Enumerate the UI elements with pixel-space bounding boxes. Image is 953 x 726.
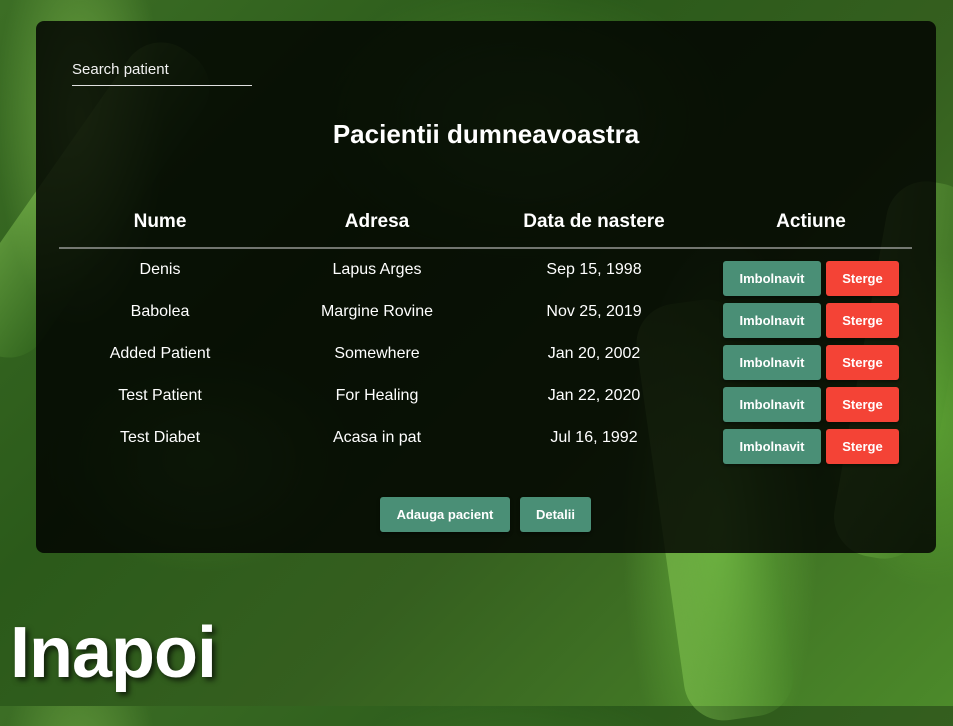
details-button[interactable]: Detalii: [520, 497, 591, 532]
header-action: Actiune: [776, 211, 846, 232]
cell-name: Test Diabet: [119, 429, 201, 446]
cell-name: Test Patient: [118, 387, 202, 404]
table-row: Test Diabet Acasa in pat Jul 16, 1992 Im…: [36, 429, 936, 471]
cell-address: Margine Rovine: [320, 303, 434, 320]
delete-button[interactable]: Sterge: [826, 261, 899, 296]
table-row: Test Patient For Healing Jan 22, 2020 Im…: [36, 387, 936, 429]
search-field: [72, 61, 252, 86]
cell-birthdate: Sep 15, 1998: [546, 261, 642, 278]
cell-address: Lapus Arges: [332, 261, 422, 278]
table-row: Babolea Margine Rovine Nov 25, 2019 Imbo…: [36, 303, 936, 345]
cell-name: Babolea: [130, 303, 190, 320]
mark-sick-button[interactable]: Imbolnavit: [723, 345, 821, 380]
table-row: Denis Lapus Arges Sep 15, 1998 Imbolnavi…: [36, 261, 936, 303]
mark-sick-button[interactable]: Imbolnavit: [723, 429, 821, 464]
search-input[interactable]: [72, 61, 252, 78]
cell-name: Added Patient: [109, 345, 211, 362]
cell-address: Acasa in pat: [332, 429, 422, 446]
header-address: Adresa: [344, 211, 410, 232]
cell-birthdate: Jan 20, 2002: [547, 345, 641, 362]
table-header: Nume Adresa Data de nastere Actiune: [59, 211, 912, 249]
cell-birthdate: Jan 22, 2020: [547, 387, 641, 404]
table-row: Added Patient Somewhere Jan 20, 2002 Imb…: [36, 345, 936, 387]
header-birthdate: Data de nastere: [523, 211, 665, 232]
mark-sick-button[interactable]: Imbolnavit: [723, 387, 821, 422]
patients-panel: Pacientii dumneavoastra Nume Adresa Data…: [36, 21, 936, 553]
back-link[interactable]: Inapoi: [10, 612, 217, 694]
mark-sick-button[interactable]: Imbolnavit: [723, 261, 821, 296]
page-title: Pacientii dumneavoastra: [332, 119, 640, 149]
cell-birthdate: Nov 25, 2019: [546, 303, 642, 320]
cell-address: For Healing: [335, 387, 419, 404]
delete-button[interactable]: Sterge: [826, 429, 899, 464]
cell-birthdate: Jul 16, 1992: [550, 429, 638, 446]
delete-button[interactable]: Sterge: [826, 303, 899, 338]
mark-sick-button[interactable]: Imbolnavit: [723, 303, 821, 338]
delete-button[interactable]: Sterge: [826, 345, 899, 380]
cell-name: Denis: [139, 261, 181, 278]
header-name: Nume: [133, 211, 187, 232]
delete-button[interactable]: Sterge: [826, 387, 899, 422]
cell-address: Somewhere: [334, 345, 420, 362]
add-patient-button[interactable]: Adauga pacient: [380, 497, 510, 532]
